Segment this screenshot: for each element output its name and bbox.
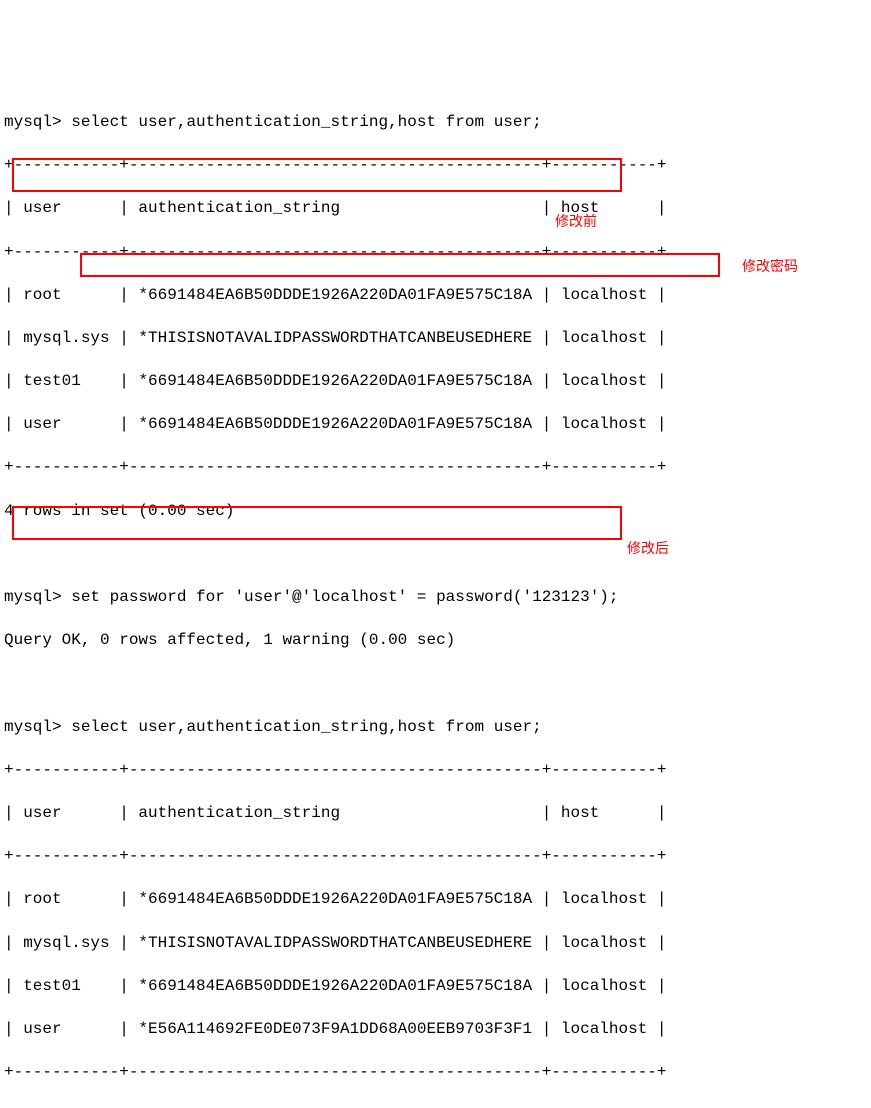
mysql-prompt: mysql> (4, 718, 62, 736)
table-separator: +-----------+---------------------------… (4, 846, 867, 868)
annotation-before: 修改前 (555, 212, 597, 231)
table-separator: +-----------+---------------------------… (4, 155, 867, 177)
table-row: | root | *6691484EA6B50DDDE1926A220DA01F… (4, 889, 867, 911)
sql-query-2: set password for 'user'@'localhost' = pa… (71, 588, 618, 606)
query-line-1: mysql> select user,authentication_string… (4, 112, 867, 134)
query-line-2: mysql> set password for 'user'@'localhos… (4, 587, 867, 609)
annotation-after: 修改后 (627, 539, 669, 558)
table-header-row: | user | authentication_string | host | (4, 198, 867, 220)
terminal-output: mysql> select user,authentication_string… (4, 90, 867, 1105)
query-result-1: 4 rows in set (0.00 sec) (4, 501, 867, 523)
mysql-prompt: mysql> (4, 113, 62, 131)
table-separator: +-----------+---------------------------… (4, 457, 867, 479)
table-row: | test01 | *6691484EA6B50DDDE1926A220DA0… (4, 371, 867, 393)
mysql-prompt: mysql> (4, 588, 62, 606)
table-row: | root | *6691484EA6B50DDDE1926A220DA01F… (4, 285, 867, 307)
table-row: | user | *6691484EA6B50DDDE1926A220DA01F… (4, 414, 867, 436)
table-separator: +-----------+---------------------------… (4, 242, 867, 264)
query-line-3: mysql> select user,authentication_string… (4, 717, 867, 739)
table-row: | user | *E56A114692FE0DE073F9A1DD68A00E… (4, 1019, 867, 1041)
annotation-change-password: 修改密码 (742, 257, 798, 276)
table-row: | mysql.sys | *THISISNOTAVALIDPASSWORDTH… (4, 933, 867, 955)
sql-query-1: select user,authentication_string,host f… (71, 113, 541, 131)
sql-query-3: select user,authentication_string,host f… (71, 718, 541, 736)
table-separator: +-----------+---------------------------… (4, 1062, 867, 1084)
blank-line (4, 544, 867, 566)
table-row: | test01 | *6691484EA6B50DDDE1926A220DA0… (4, 976, 867, 998)
table-header-row: | user | authentication_string | host | (4, 803, 867, 825)
blank-line (4, 673, 867, 695)
table-row: | mysql.sys | *THISISNOTAVALIDPASSWORDTH… (4, 328, 867, 350)
table-separator: +-----------+---------------------------… (4, 760, 867, 782)
query-result-2: Query OK, 0 rows affected, 1 warning (0.… (4, 630, 867, 652)
